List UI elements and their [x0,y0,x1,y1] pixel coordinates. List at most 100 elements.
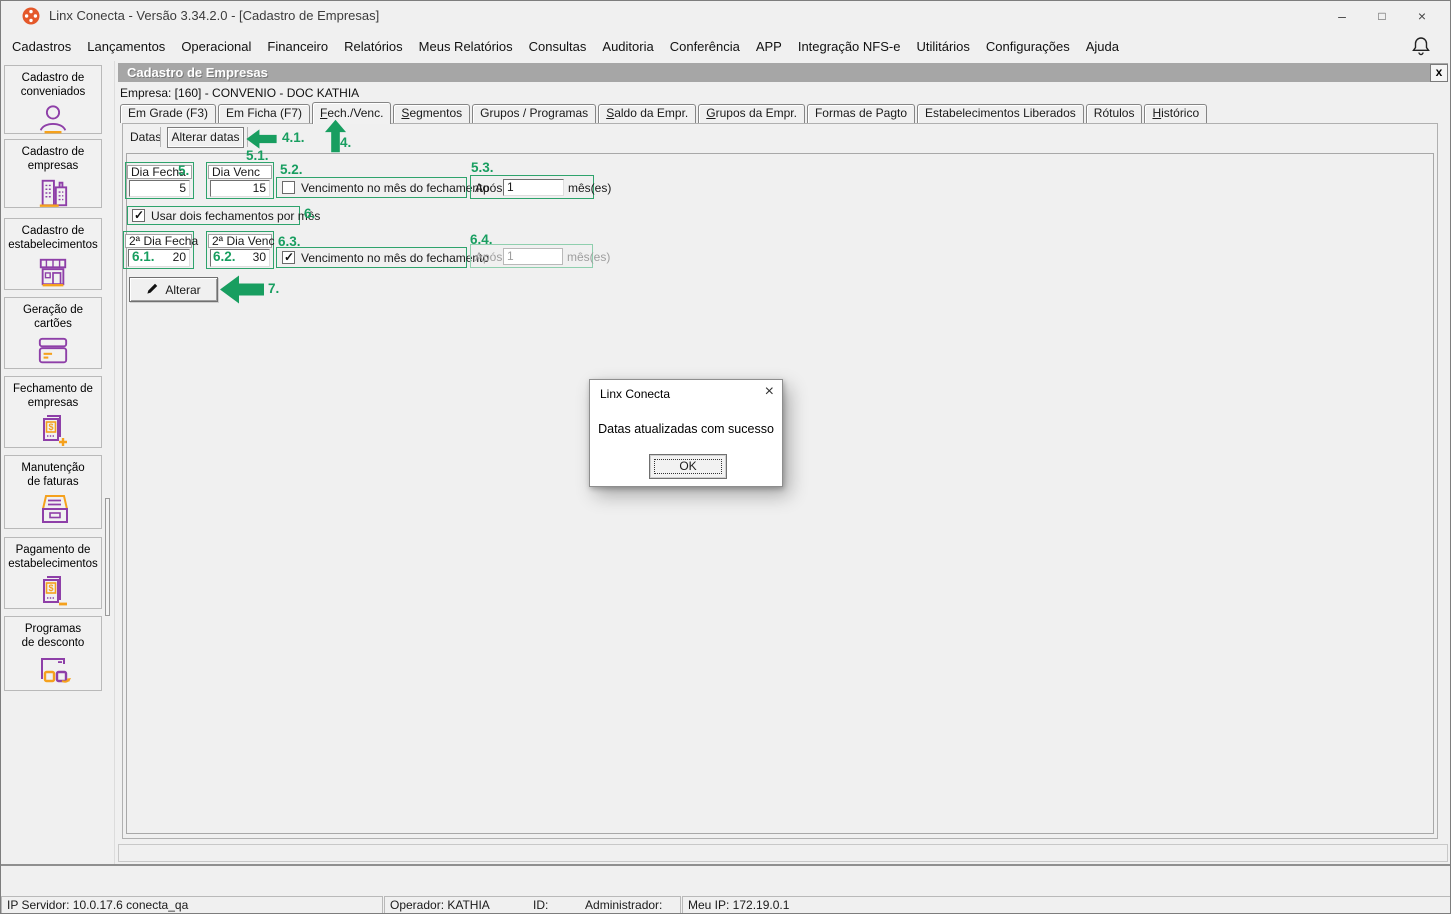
tab-grupos-programas[interactable]: Grupos / Programas [472,104,597,123]
annotation-6-1: 6.1. [132,249,155,264]
sidebar-item-fechamento-empresas[interactable]: Fechamento de empresas $ [4,376,102,448]
annotation-6-4: 6.4. [470,232,493,247]
apos-suffix-2: mês(es) [567,250,611,264]
minimize-button[interactable]: – [1322,1,1362,31]
page-title: Cadastro de Empresas [127,65,268,80]
sidebar-item-label: Programas [24,623,82,635]
menu-lancamentos[interactable]: Lançamentos [79,35,173,58]
sidebar-item-pagamento-estabelecimentos[interactable]: Pagamento de estabelecimentos $ [4,537,102,609]
menu-conferencia[interactable]: Conferência [662,35,748,58]
sidebar-item-cadastro-estabelecimentos[interactable]: Cadastro de estabelecimentos [4,218,102,290]
sidebar-item-label: Pagamento de [15,544,91,556]
status-admin: Administrador: Sim [585,898,663,912]
menu-ajuda[interactable]: Ajuda [1078,35,1127,58]
annotation-4: 4. [340,135,352,150]
dialog-close-icon[interactable]: × [765,383,774,401]
sidebar-item-label: cartões [34,318,72,330]
maximize-button[interactable]: □ [1362,1,1402,31]
status-operador-cell: Operador: KATHIA DOC ID: 43 Administrado… [384,896,681,913]
sidebar-item-geracao-cartoes[interactable]: Geração de cartões [4,297,102,369]
dialog-ok-button[interactable]: OK [649,454,727,479]
sidebar-item-label: Cadastro de [21,225,85,237]
dia-venc-label: Dia Venc [208,165,272,179]
subtab-separator [160,127,161,147]
tab-estabelecimentos-liberados[interactable]: Estabelecimentos Liberados [917,104,1084,123]
vencimento-checkbox-1[interactable] [282,181,295,194]
subtab-datas[interactable]: Datas [130,130,161,144]
storefront-icon [5,254,101,290]
alterar-button[interactable]: Alterar [129,277,218,302]
svg-text:$: $ [48,422,53,432]
sidebar-item-label: Geração de [22,304,84,316]
menu-cadastros[interactable]: Cadastros [4,35,79,58]
menubar: Cadastros Lançamentos Operacional Financ… [1,31,1450,61]
usar-dois-label: Usar dois fechamentos por mês [151,209,321,223]
tab-em-ficha[interactable]: Em Ficha (F7) [218,104,311,123]
linx-logo-icon [22,7,40,25]
sidebar-item-cadastro-conveniados[interactable]: Cadastro de conveniados [4,65,102,134]
menu-operacional[interactable]: Operacional [173,35,259,58]
apos-label-2: Após [475,250,503,264]
bottom-strip-panel [118,844,1448,862]
window-title: Linx Conecta - Versão 3.34.2.0 - [Cadast… [49,8,380,23]
close-button[interactable]: × [1402,1,1442,31]
annotation-6-3: 6.3. [278,234,301,249]
annotation-5-1: 5.1. [246,148,269,163]
menu-app[interactable]: APP [748,35,790,58]
titlebar: Linx Conecta - Versão 3.34.2.0 - [Cadast… [1,1,1450,31]
dia-venc2-label: 2ª Dia Venc [208,234,274,248]
notification-bell-icon[interactable] [1410,35,1432,57]
sidebar-item-label: Cadastro de [21,146,85,158]
annotation-4-1: 4.1. [282,130,305,145]
vencimento-mes-group-2: Vencimento no mês do fechamento [276,247,489,268]
tab-em-grade[interactable]: Em Grade (F3) [120,104,217,123]
svg-text:$: $ [48,583,53,593]
sidebar-item-label: estabelecimentos [8,558,98,570]
apos-input-1[interactable]: 1 [503,179,564,196]
menu-relatorios[interactable]: Relatórios [336,35,411,58]
menu-utilitarios[interactable]: Utilitários [908,35,977,58]
alterar-button-label: Alterar [165,282,201,297]
tray-documents-icon [5,491,101,527]
statusbar: IP Servidor: 10.0.17.6 conecta_qa Operad… [1,895,1450,913]
usar-dois-checkbox[interactable] [132,208,145,222]
tab-rotulos[interactable]: Rótulos [1085,104,1143,123]
tab-segmentos[interactable]: Segmentos [393,104,471,123]
menu-consultas[interactable]: Consultas [521,35,595,58]
app-window: Linx Conecta - Versão 3.34.2.0 - [Cadast… [0,0,1451,914]
pencil-icon [146,282,159,298]
tab-grupos-empr[interactable]: Grupos da Empr. [698,104,805,123]
apos-input-2: 1 [503,248,563,265]
tab-historico[interactable]: Histórico [1144,104,1208,123]
page-close-button[interactable]: x [1430,64,1448,82]
sidebar-divider [114,61,115,913]
annotation-5: 5. [178,163,190,178]
menu-financeiro[interactable]: Financeiro [259,35,336,58]
menu-meus-relatorios[interactable]: Meus Relatórios [411,35,521,58]
sidebar-item-cadastro-empresas[interactable]: Cadastro de empresas [4,139,102,208]
tab-saldo-empr[interactable]: Saldo da Empr. [598,104,697,123]
footer-bar: Aviso de Cookies Aviso de Privacidade Ca… [1,866,1450,895]
sidebar-scrollbar-thumb[interactable] [105,498,110,616]
annotation-5-3: 5.3. [471,160,494,175]
sidebar-item-programas-desconto[interactable]: Programas de desconto [4,616,102,691]
person-icon [5,101,101,137]
sidebar-item-manutencao-faturas[interactable]: Manutenção de faturas [4,455,102,529]
dia-fecha-input[interactable]: 5 [129,180,190,197]
vencimento-mes-group-1: Vencimento no mês do fechamento [276,177,489,198]
sidebar-item-label: Fechamento de [13,383,93,395]
sidebar-item-label: empresas [27,397,79,409]
menu-auditoria[interactable]: Auditoria [594,35,661,58]
status-meu-ip: Meu IP: 172.19.0.1 [682,896,1450,913]
dia-venc-input[interactable]: 15 [210,180,270,197]
discount-program-icon [5,652,101,688]
tab-formas-pagto[interactable]: Formas de Pagto [806,104,916,123]
vencimento-checkbox-2[interactable] [282,250,295,264]
subtab-alterar-datas[interactable]: Alterar datas [167,127,244,148]
dialog-message: Datas atualizadas com sucesso [598,422,774,436]
menu-integracao-nfse[interactable]: Integração NFS-e [790,35,909,58]
card-icon [5,333,101,369]
menu-configuracoes[interactable]: Configurações [978,35,1078,58]
usar-dois-fechamentos-group: Usar dois fechamentos por mês [127,206,320,225]
vencimento-label-2: Vencimento no mês do fechamento [301,251,490,265]
